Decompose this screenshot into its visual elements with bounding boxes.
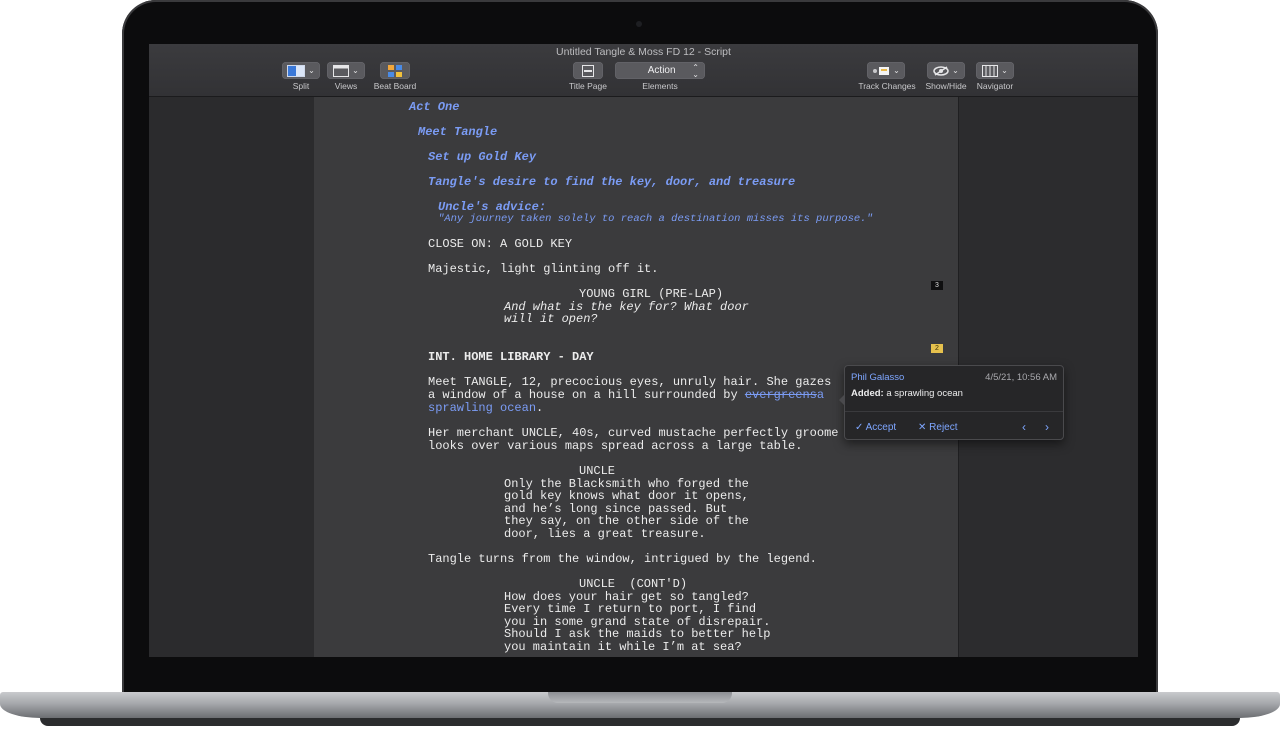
navigator-label: Navigator xyxy=(976,81,1014,91)
track-changes-label: Track Changes xyxy=(858,81,916,91)
outline-beat[interactable]: Tangle's desire to find the key, door, a… xyxy=(428,176,795,189)
popover-arrow xyxy=(839,394,845,406)
accept-label: Accept xyxy=(865,422,897,433)
title-page-icon xyxy=(582,64,594,77)
views-button[interactable]: ⌄ xyxy=(327,62,365,79)
navigator-control: ⌄ Navigator xyxy=(974,62,1016,94)
outline-act[interactable]: Act One xyxy=(409,101,459,114)
note-marker[interactable]: 2 xyxy=(931,344,943,353)
outline-scene[interactable]: Set up Gold Key xyxy=(428,151,536,164)
close-icon: ✕ xyxy=(918,422,927,433)
accept-button[interactable]: ✓ Accept xyxy=(855,422,896,433)
action-line[interactable]: Meet TANGLE, 12, precocious eyes, unruly… xyxy=(428,376,831,389)
change-description: Added: a sprawling ocean xyxy=(851,388,963,399)
show-hide-control: ⌄ Show/Hide xyxy=(925,62,967,94)
navigator-button[interactable]: ⌄ xyxy=(976,62,1014,79)
dialogue-line[interactable]: Should I ask the maids to better help xyxy=(504,628,770,641)
change-author: Phil Galasso xyxy=(851,372,905,383)
reject-label: Reject xyxy=(929,422,958,433)
next-change-button[interactable]: › xyxy=(1045,420,1049,434)
eye-slash-icon xyxy=(933,65,949,76)
app-window: Untitled Tangle & Moss FD 12 - Script ⌄ … xyxy=(149,44,1138,657)
change-date: 4/5/21, 10:56 AM xyxy=(985,372,1057,383)
track-changes-button[interactable]: ⌄ xyxy=(867,62,905,79)
popover-divider xyxy=(845,411,1063,412)
elements-control: Action ⌃ ⌄ Elements xyxy=(615,62,705,94)
character-name[interactable]: UNCLE xyxy=(579,465,615,478)
struck-text[interactable]: evergreens xyxy=(745,388,817,402)
split-button[interactable]: ⌄ xyxy=(282,62,320,79)
outline-note-title[interactable]: Uncle's advice: xyxy=(438,201,546,214)
action-line[interactable]: Tangle turns from the window, intrigued … xyxy=(428,553,817,566)
dialogue-line[interactable]: gold key knows what door it opens, xyxy=(504,490,749,503)
action-line[interactable]: CLOSE ON: A GOLD KEY xyxy=(428,238,572,251)
action-line[interactable]: a window of a house on a hill surrounded… xyxy=(428,389,824,402)
navigator-icon xyxy=(982,64,999,77)
show-hide-button[interactable]: ⌄ xyxy=(927,62,965,79)
show-hide-label: Show/Hide xyxy=(925,81,967,91)
dialogue-line[interactable]: will it open? xyxy=(504,313,598,326)
elements-select[interactable]: Action ⌃ ⌄ xyxy=(615,62,705,79)
beat-board-button[interactable] xyxy=(380,62,410,79)
title-page-label: Title Page xyxy=(569,81,607,91)
laptop-notch xyxy=(548,692,732,703)
chevron-right-icon: › xyxy=(1045,420,1049,434)
previous-change-button[interactable]: ‹ xyxy=(1022,420,1026,434)
action-line[interactable]: Majestic, light glinting off it. xyxy=(428,263,658,276)
dialogue-line[interactable]: door, lies a great treasure. xyxy=(504,528,706,541)
chevron-left-icon: ‹ xyxy=(1022,420,1026,434)
laptop-base-shadow xyxy=(40,718,1240,726)
views-control: ⌄ Views xyxy=(327,62,365,94)
added-text[interactable]: sprawling ocean xyxy=(428,401,536,415)
title-page-button[interactable] xyxy=(573,62,603,79)
split-icon xyxy=(287,64,306,77)
character-name[interactable]: UNCLE (CONT'D) xyxy=(579,578,687,591)
reject-button[interactable]: ✕ Reject xyxy=(918,422,958,433)
scene-heading[interactable]: INT. HOME LIBRARY - DAY xyxy=(428,351,594,364)
added-text[interactable]: a xyxy=(817,388,824,402)
note-marker[interactable]: 3 xyxy=(931,281,943,290)
action-line[interactable]: Her merchant UNCLE, 40s, curved mustache… xyxy=(428,427,838,440)
title-page-control: Title Page xyxy=(565,62,611,94)
dialogue-line[interactable]: you maintain it while I’m at sea? xyxy=(504,641,742,654)
outline-sequence[interactable]: Meet Tangle xyxy=(418,126,497,139)
toolbar: Untitled Tangle & Moss FD 12 - Script ⌄ … xyxy=(149,44,1138,97)
chevron-down-icon: ⌄ xyxy=(352,66,359,75)
action-line[interactable]: sprawling ocean. xyxy=(428,402,543,415)
checkmark-icon: ✓ xyxy=(855,422,864,433)
change-type-label: Added: xyxy=(851,388,884,399)
split-control: ⌄ Split xyxy=(282,62,320,94)
views-icon xyxy=(333,64,350,77)
chevron-down-icon: ⌄ xyxy=(308,66,315,75)
character-name[interactable]: YOUNG GIRL (PRE-LAP) xyxy=(579,288,723,301)
views-label: Views xyxy=(334,81,358,91)
tracked-change-popover: Phil Galasso 4/5/21, 10:56 AM Added: a s… xyxy=(839,365,1064,440)
dialogue-line[interactable]: they say, on the other side of the xyxy=(504,515,749,528)
left-margin-pane xyxy=(149,97,314,657)
action-text: a window of a house on a hill surrounded… xyxy=(428,388,745,402)
chevron-down-icon: ⌄ xyxy=(1001,66,1008,75)
action-text: . xyxy=(536,401,544,415)
beat-board-icon xyxy=(388,64,402,77)
dialogue-line[interactable]: Every time I return to port, I find xyxy=(504,603,756,616)
beat-board-label: Beat Board xyxy=(373,81,417,91)
track-changes-icon xyxy=(873,66,890,75)
camera-icon xyxy=(636,21,642,27)
beat-board-control: Beat Board xyxy=(371,62,419,94)
elements-label: Elements xyxy=(642,81,678,91)
action-line[interactable]: looks over various maps spread across a … xyxy=(428,440,802,453)
window-title: Untitled Tangle & Moss FD 12 - Script xyxy=(556,46,731,58)
up-down-chevron-icon: ⌃ ⌄ xyxy=(692,62,699,79)
chevron-down-icon: ⌄ xyxy=(893,66,900,75)
change-text: a sprawling ocean xyxy=(886,388,963,399)
chevron-down-icon: ⌄ xyxy=(952,66,959,75)
split-label: Split xyxy=(292,81,310,91)
outline-note-body[interactable]: "Any journey taken solely to reach a des… xyxy=(438,213,873,226)
track-changes-control: ⌄ Track Changes xyxy=(854,62,920,94)
elements-value: Action xyxy=(647,65,676,76)
